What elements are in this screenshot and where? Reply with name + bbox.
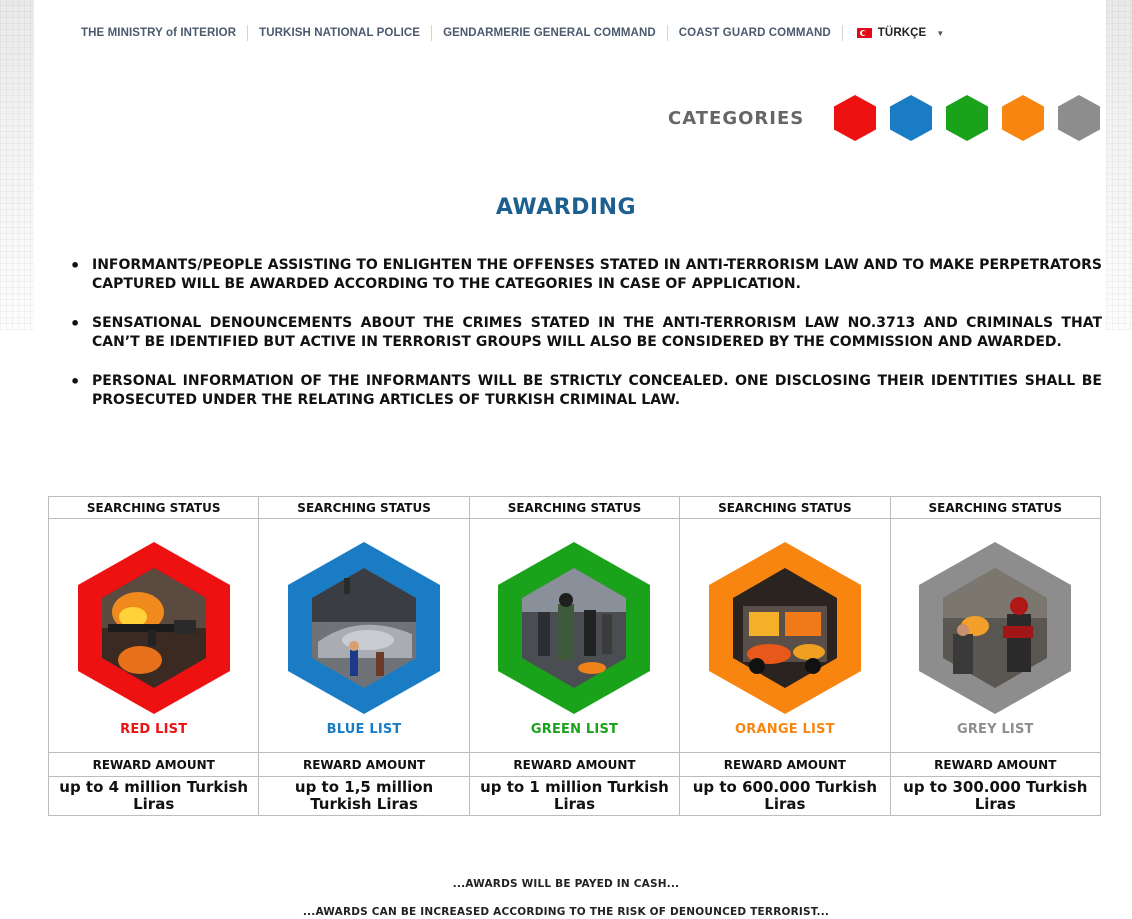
- table-row-status: SEARCHING STATUS SEARCHING STATUS SEARCH…: [47, 496, 1102, 519]
- language-selector[interactable]: TÜRKÇE ▼: [843, 27, 945, 39]
- searching-status-header: SEARCHING STATUS: [258, 496, 470, 519]
- reward-amount-value: up to 300.000 Turkish Liras: [889, 776, 1102, 816]
- orange-list-hexagon-image[interactable]: [708, 542, 861, 714]
- page-title: AWARDING: [495, 195, 637, 220]
- risk-increase-note: ...AWARDS CAN BE INCREASED ACCORDING TO …: [302, 906, 830, 918]
- green-list-label: GREEN LIST: [530, 722, 619, 737]
- caret-down-icon: ▼: [936, 28, 945, 38]
- category-blue-hexagon-button[interactable]: [890, 95, 933, 141]
- backdrop-right: [1106, 0, 1132, 330]
- reward-amount-value: up to 1 million Turkish Liras: [468, 776, 681, 816]
- award-rule-item: PERSONAL INFORMATION OF THE INFORMANTS W…: [70, 372, 1102, 410]
- backdrop-left: [0, 0, 34, 330]
- category-grey-hexagon-button[interactable]: [1058, 95, 1101, 141]
- grey-list-cell[interactable]: GREY LIST: [889, 518, 1102, 753]
- searching-status-header: SEARCHING STATUS: [679, 496, 891, 519]
- category-orange-hexagon-button[interactable]: [1002, 95, 1045, 141]
- reward-amount-value: up to 600.000 Turkish Liras: [679, 776, 891, 816]
- red-list-label: RED LIST: [120, 722, 188, 737]
- reward-amount-header: REWARD AMOUNT: [258, 752, 470, 777]
- wanted-lists-table: SEARCHING STATUS SEARCHING STATUS SEARCH…: [47, 496, 1102, 816]
- grey-list-label: GREY LIST: [956, 722, 1034, 737]
- green-list-hexagon-image[interactable]: [498, 542, 651, 714]
- green-list-cell[interactable]: GREEN LIST: [468, 518, 681, 753]
- blue-list-label: BLUE LIST: [326, 722, 402, 737]
- category-red-hexagon-button[interactable]: [834, 95, 877, 141]
- award-rules-list: INFORMANTS/PEOPLE ASSISTING TO ENLIGHTEN…: [70, 256, 1102, 430]
- searching-status-header: SEARCHING STATUS: [468, 496, 681, 519]
- red-list-cell[interactable]: RED LIST: [47, 518, 260, 753]
- page: THE MINISTRY of INTERIOR TURKISH NATIONA…: [0, 0, 1132, 919]
- reward-amount-header: REWARD AMOUNT: [889, 752, 1102, 777]
- reward-amount-header: REWARD AMOUNT: [47, 752, 260, 777]
- searching-status-header: SEARCHING STATUS: [47, 496, 260, 519]
- language-label: TÜRKÇE: [877, 27, 927, 39]
- award-rule-item: SENSATIONAL DENOUNCEMENTS ABOUT THE CRIM…: [70, 314, 1102, 352]
- table-row-reward-amount: up to 4 million Turkish Liras up to 1,5 …: [47, 776, 1102, 816]
- searching-status-header: SEARCHING STATUS: [889, 496, 1102, 519]
- blue-list-hexagon-image[interactable]: [288, 542, 441, 714]
- reward-amount-header: REWARD AMOUNT: [679, 752, 891, 777]
- reward-amount-value: up to 1,5 million Turkish Liras: [258, 776, 470, 816]
- reward-amount-value: up to 4 million Turkish Liras: [47, 776, 260, 816]
- categories-label: CATEGORIES: [668, 107, 805, 129]
- turkey-flag-icon: [856, 28, 872, 38]
- nav-link-ministry-of-interior[interactable]: THE MINISTRY of INTERIOR: [70, 27, 247, 39]
- table-row-reward-header: REWARD AMOUNT REWARD AMOUNT REWARD AMOUN…: [47, 752, 1102, 777]
- grey-list-hexagon-image[interactable]: [919, 542, 1072, 714]
- reward-amount-header: REWARD AMOUNT: [468, 752, 681, 777]
- nav-link-coast-guard-command[interactable]: COAST GUARD COMMAND: [668, 27, 842, 39]
- nav-link-gendarmerie-general-command[interactable]: GENDARMERIE GENERAL COMMAND: [432, 27, 667, 39]
- award-rule-item: INFORMANTS/PEOPLE ASSISTING TO ENLIGHTEN…: [70, 256, 1102, 294]
- orange-list-label: ORANGE LIST: [735, 722, 835, 737]
- categories-bar: CATEGORIES: [668, 95, 1114, 141]
- nav-link-turkish-national-police[interactable]: TURKISH NATIONAL POLICE: [248, 27, 431, 39]
- blue-list-cell[interactable]: BLUE LIST: [258, 518, 470, 753]
- category-green-hexagon-button[interactable]: [946, 95, 989, 141]
- red-list-hexagon-image[interactable]: [77, 542, 230, 714]
- orange-list-cell[interactable]: ORANGE LIST: [679, 518, 891, 753]
- top-navigation: THE MINISTRY of INTERIOR TURKISH NATIONA…: [70, 25, 944, 41]
- cash-payment-note: ...AWARDS WILL BE PAYED IN CASH...: [452, 878, 680, 890]
- table-row-lists: RED LIST BLUE LIST GREEN LIST ORANGE LIS…: [47, 518, 1102, 753]
